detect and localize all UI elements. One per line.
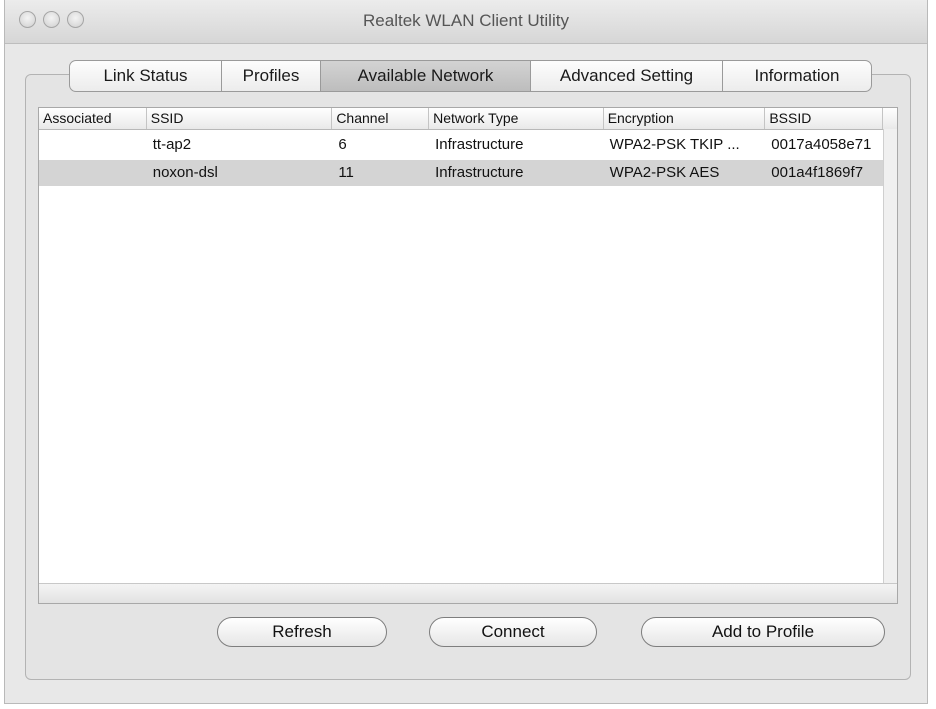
table-header: Associated SSID Channel Network Type Enc… <box>39 108 897 130</box>
refresh-button[interactable]: Refresh <box>217 617 387 647</box>
add-to-profile-button[interactable]: Add to Profile <box>641 617 885 647</box>
cell-associated <box>39 160 147 186</box>
cell-associated <box>39 132 147 158</box>
column-header-encryption[interactable]: Encryption <box>604 108 766 129</box>
column-header-channel[interactable]: Channel <box>332 108 430 129</box>
app-window: Realtek WLAN Client Utility Link Status … <box>4 0 928 704</box>
cell-encryption: WPA2-PSK TKIP ... <box>609 136 740 153</box>
tab-information[interactable]: Information <box>723 61 871 91</box>
tab-available-network[interactable]: Available Network <box>321 61 531 91</box>
tab-bar: Link Status Profiles Available Network A… <box>69 60 872 92</box>
window-title: Realtek WLAN Client Utility <box>363 11 569 30</box>
column-header-network-type[interactable]: Network Type <box>429 108 604 129</box>
table-row-selected[interactable]: noxon-dsl 11 Infrastructure WPA2-PSK AES… <box>39 160 883 186</box>
cell-network-type: Infrastructure <box>435 136 524 153</box>
cell-encryption: WPA2-PSK AES <box>609 164 720 181</box>
cell-bssid: 0017a4058e71 <box>771 136 872 153</box>
column-header-filler <box>883 108 897 129</box>
table-row[interactable]: tt-ap2 6 Infrastructure WPA2-PSK TKIP ..… <box>39 132 883 158</box>
connect-button[interactable]: Connect <box>429 617 597 647</box>
cell-ssid: tt-ap2 <box>152 136 192 153</box>
cell-network-type: Infrastructure <box>435 164 524 181</box>
column-header-associated[interactable]: Associated <box>39 108 147 129</box>
column-header-ssid[interactable]: SSID <box>147 108 333 129</box>
tab-link-status[interactable]: Link Status <box>70 61 222 91</box>
tab-profiles[interactable]: Profiles <box>222 61 321 91</box>
network-table: Associated SSID Channel Network Type Enc… <box>38 107 898 604</box>
column-header-bssid[interactable]: BSSID <box>765 108 884 129</box>
cell-ssid: noxon-dsl <box>152 164 218 181</box>
title-bar[interactable]: Realtek WLAN Client Utility <box>5 0 927 44</box>
cell-channel: 11 <box>338 164 354 181</box>
cell-channel: 6 <box>338 136 347 153</box>
horizontal-scrollbar[interactable] <box>39 583 897 603</box>
tab-advanced-setting[interactable]: Advanced Setting <box>531 61 723 91</box>
cell-bssid: 001a4f1869f7 <box>771 164 864 181</box>
vertical-scrollbar[interactable] <box>883 129 897 603</box>
